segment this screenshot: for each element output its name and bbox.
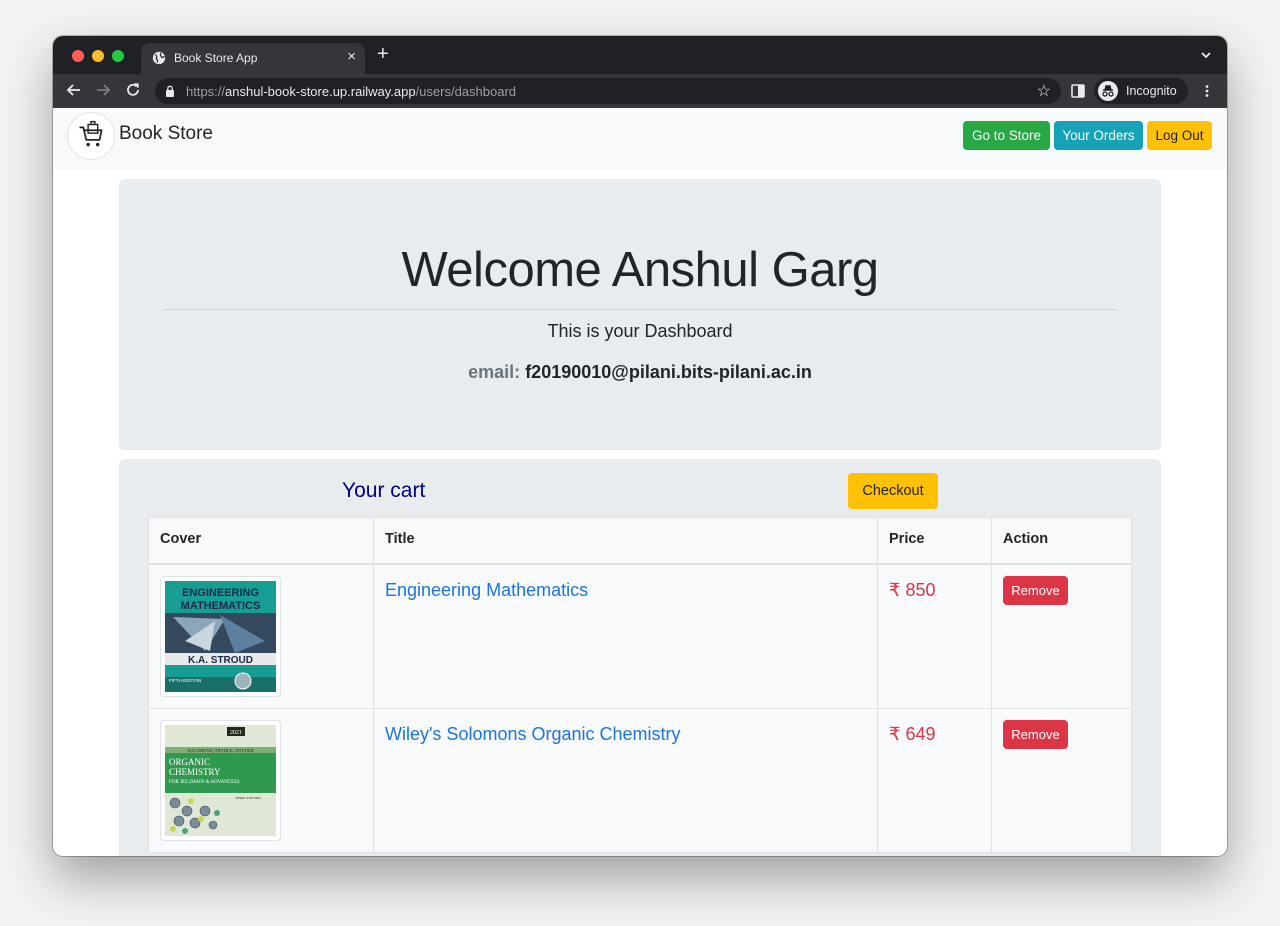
organic-chemistry-cover: 2021 SOLOMONS | FRYHLE | SNYDER ORGANIC … — [165, 724, 276, 836]
column-header-price: Price — [877, 517, 992, 565]
browser-tab[interactable]: Book Store App × — [141, 43, 365, 74]
site-logo[interactable] — [67, 112, 115, 160]
bookmark-star-icon[interactable]: ☆ — [1037, 81, 1051, 101]
table-row: 2021 SOLOMONS | FRYHLE | SNYDER ORGANIC … — [148, 707, 1132, 853]
table-header-row: Cover Title Price Action — [148, 517, 1132, 565]
lock-icon — [166, 85, 174, 97]
cover-author: K.A. STROUD — [188, 655, 253, 666]
reload-icon[interactable] — [124, 81, 142, 99]
book-cover-image[interactable]: ENGINEERING MATHEMATICS K.A. STROUD FIFT… — [160, 575, 281, 697]
maximize-window-button[interactable] — [112, 50, 124, 62]
more-menu-icon[interactable] — [1200, 84, 1214, 98]
cover-edition: FIFTH EDITION — [169, 678, 201, 683]
remove-button[interactable]: Remove — [1003, 575, 1068, 605]
cover-cell: 2021 SOLOMONS | FRYHLE | SNYDER ORGANIC … — [148, 707, 374, 853]
site-brand[interactable]: Book Store — [119, 123, 213, 145]
close-tab-icon[interactable]: × — [347, 48, 356, 65]
cover-line-1: ORGANIC — [169, 757, 210, 767]
close-window-button[interactable] — [72, 50, 84, 62]
dashboard-subtitle: This is your Dashboard — [547, 321, 733, 341]
incognito-icon — [1098, 81, 1118, 101]
minimize-window-button[interactable] — [92, 50, 104, 62]
cover-line-1: ENGINEERING — [182, 587, 259, 599]
browser-window: Book Store App × + https://anshul-book-s… — [53, 36, 1227, 856]
address-bar[interactable]: https://anshul-book-store.up.railway.app… — [155, 78, 1061, 104]
browser-toolbar: https://anshul-book-store.up.railway.app… — [53, 74, 1227, 108]
table-row: ENGINEERING MATHEMATICS K.A. STROUD FIFT… — [148, 563, 1132, 709]
cover-line-2: CHEMISTRY — [169, 767, 221, 777]
price-cell: ₹ 649 — [877, 707, 992, 853]
incognito-badge[interactable]: Incognito — [1094, 78, 1188, 104]
chevron-down-icon[interactable] — [1199, 48, 1213, 62]
url-scheme: https:// — [186, 84, 226, 99]
tab-strip: Book Store App × + — [53, 36, 1227, 74]
checkout-button[interactable]: Checkout — [848, 473, 938, 509]
welcome-prefix: Welcome — [401, 243, 602, 297]
title-cell: Engineering Mathematics — [373, 563, 878, 709]
welcome-panel: Welcome Anshul Garg This is your Dashboa… — [119, 179, 1161, 450]
url-path: /users/dashboard — [415, 84, 517, 99]
remove-button[interactable]: Remove — [1003, 719, 1068, 749]
forward-arrow-icon[interactable] — [94, 81, 112, 99]
cover-line-3: FOR JEE (MAIN & ADVANCED) — [169, 780, 240, 785]
url-text: https://anshul-book-store.up.railway.app… — [186, 84, 516, 99]
url-host: anshul-book-store.up.railway.app — [225, 84, 416, 99]
cart-panel: Your cart Checkout Cover Title Price Act… — [119, 459, 1161, 856]
site-navbar: Book Store Go to Store Your Orders Log O… — [53, 108, 1227, 170]
book-price: ₹ 649 — [889, 723, 936, 744]
divider — [163, 309, 1117, 310]
price-cell: ₹ 850 — [877, 563, 992, 709]
title-cell: Wiley's Solomons Organic Chemistry — [373, 707, 878, 853]
user-name: Anshul Garg — [611, 243, 879, 297]
column-header-cover: Cover — [148, 517, 374, 565]
engineering-mathematics-cover: ENGINEERING MATHEMATICS K.A. STROUD FIFT… — [165, 580, 276, 692]
incognito-label: Incognito — [1126, 84, 1177, 98]
action-cell: Remove — [991, 563, 1132, 709]
cover-line-2: MATHEMATICS — [181, 600, 261, 612]
cover-authors: SOLOMONS | FRYHLE | SNYDER — [187, 748, 253, 753]
your-orders-button[interactable]: Your Orders — [1054, 121, 1143, 150]
tab-title: Book Store App — [174, 51, 258, 65]
globe-icon — [152, 51, 166, 65]
shopping-cart-icon — [79, 120, 103, 147]
page-viewport: Book Store Go to Store Your Orders Log O… — [53, 108, 1227, 856]
column-header-title: Title — [373, 517, 878, 565]
back-arrow-icon[interactable] — [65, 81, 83, 99]
action-cell: Remove — [991, 707, 1132, 853]
new-tab-icon[interactable]: + — [377, 44, 389, 64]
cart-title: Your cart — [342, 479, 426, 502]
email-value: f20190010@pilani.bits-pilani.ac.in — [525, 362, 812, 382]
cover-edition: THIRD EDITION — [235, 796, 261, 800]
welcome-heading: Welcome Anshul Garg — [119, 242, 1161, 298]
cart-table: Cover Title Price Action ENGINEERING MAT… — [148, 517, 1132, 853]
book-cover-image[interactable]: 2021 SOLOMONS | FRYHLE | SNYDER ORGANIC … — [160, 719, 281, 841]
go-to-store-button[interactable]: Go to Store — [963, 121, 1050, 150]
column-header-action: Action — [991, 517, 1132, 565]
book-title-link[interactable]: Engineering Mathematics — [385, 580, 588, 600]
user-email: email: f20190010@pilani.bits-pilani.ac.i… — [119, 362, 1161, 383]
cover-cell: ENGINEERING MATHEMATICS K.A. STROUD FIFT… — [148, 563, 374, 709]
book-title-link[interactable]: Wiley's Solomons Organic Chemistry — [385, 724, 681, 744]
side-panel-icon[interactable] — [1071, 84, 1085, 98]
book-price: ₹ 850 — [889, 579, 936, 600]
cover-year: 2021 — [230, 730, 242, 736]
email-label: email: — [468, 362, 521, 382]
log-out-button[interactable]: Log Out — [1147, 121, 1212, 150]
